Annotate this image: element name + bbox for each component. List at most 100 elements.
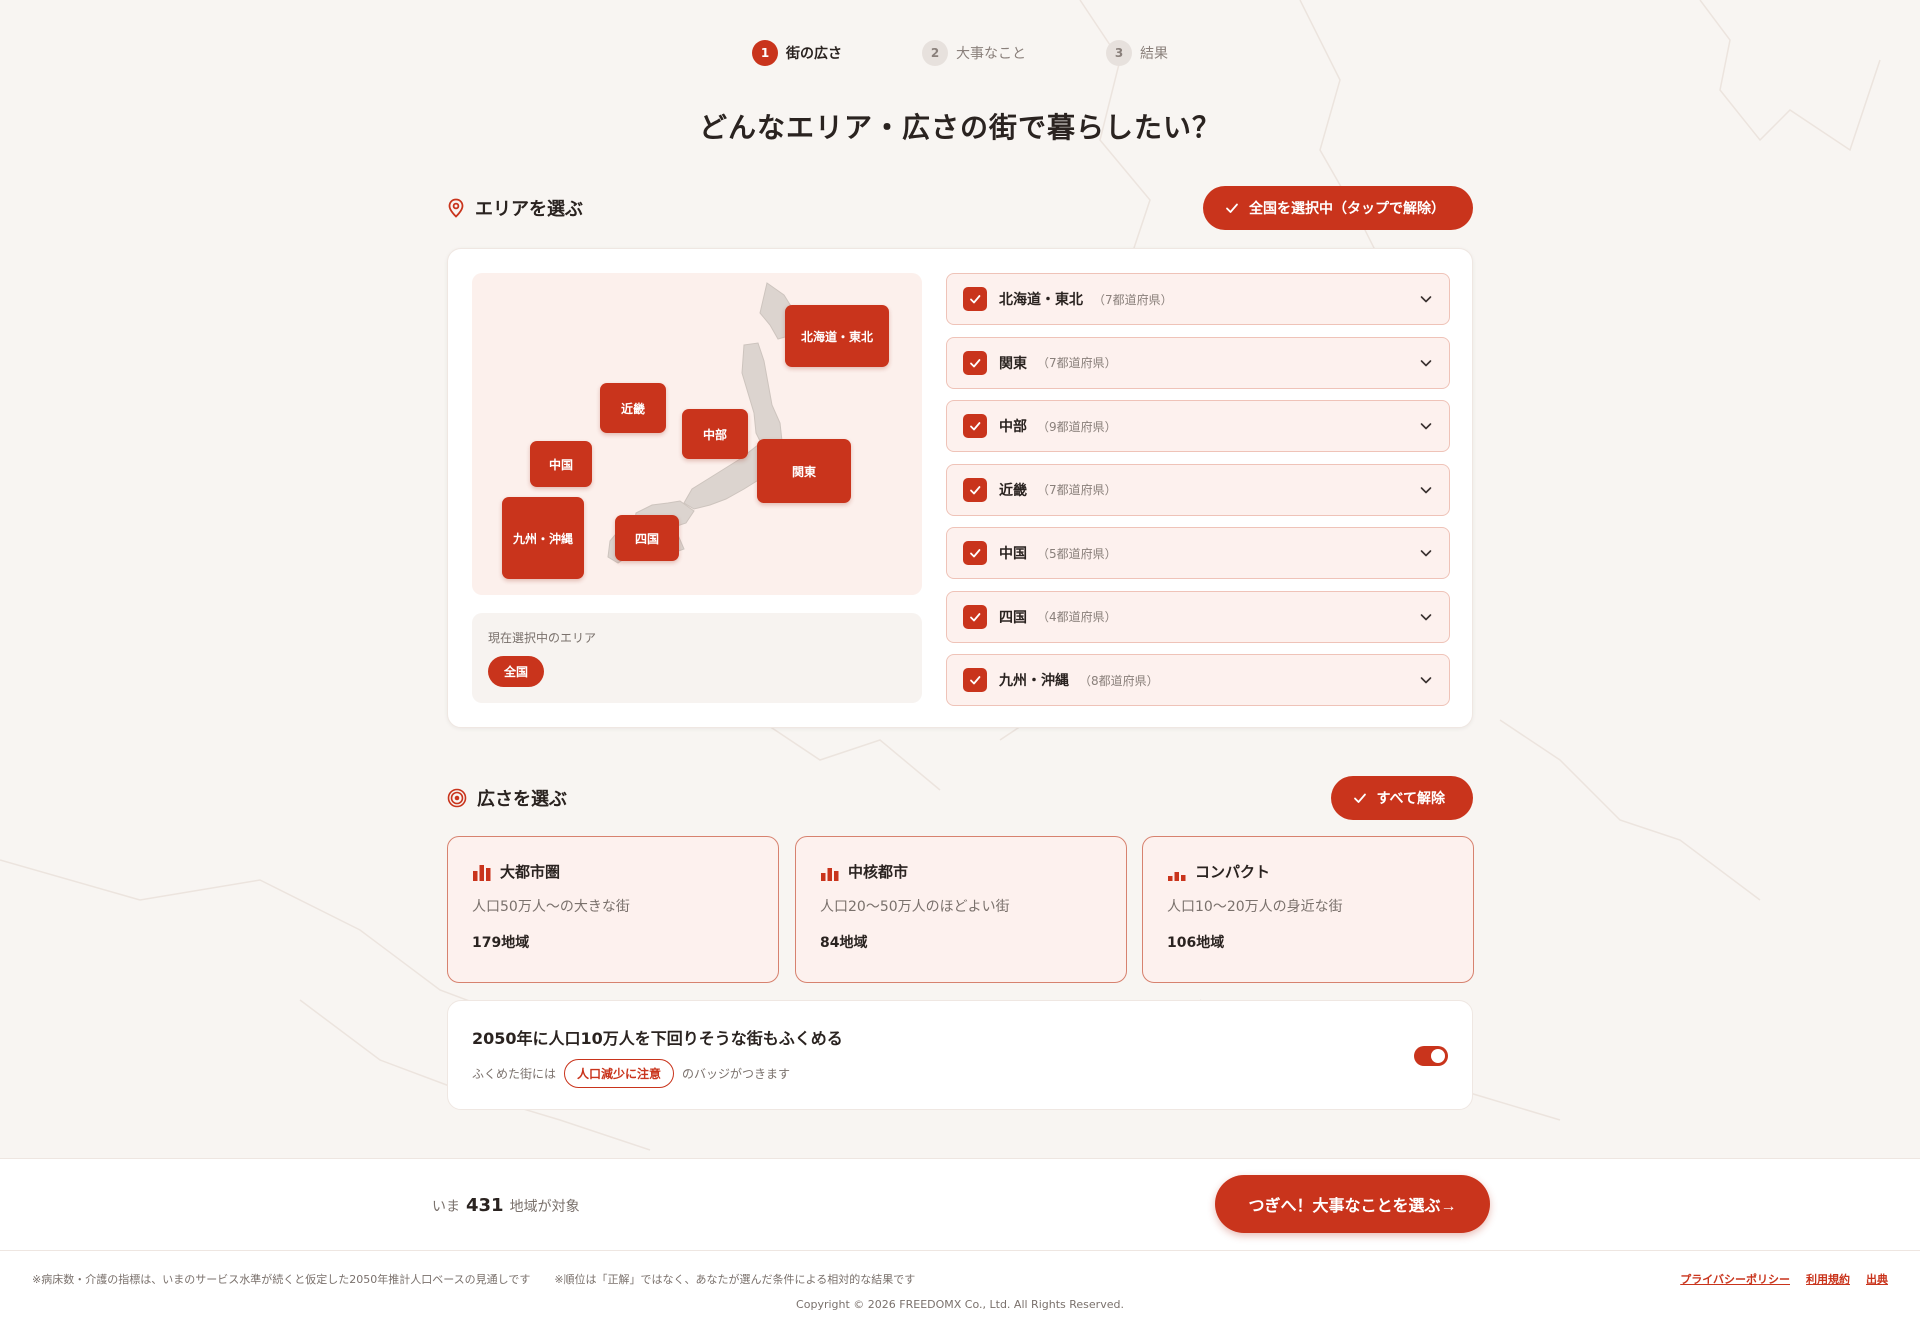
- region-count: （4都道府県）: [1037, 610, 1117, 624]
- sources-link[interactable]: 出典: [1866, 1271, 1888, 1287]
- size-section-header: 広さを選ぶ すべて解除: [447, 776, 1473, 820]
- map-chip-kinki[interactable]: 近畿: [600, 383, 666, 433]
- map-chip-shikoku[interactable]: 四国: [615, 515, 679, 561]
- chevron-down-icon[interactable]: [1419, 673, 1433, 687]
- checkbox[interactable]: [963, 477, 987, 502]
- region-row-kanto[interactable]: 関東 （7都道府県）: [946, 336, 1450, 389]
- check-icon: [970, 612, 981, 621]
- region-name: 関東: [999, 355, 1027, 372]
- region-count: （5都道府県）: [1037, 546, 1117, 561]
- step-label: 結果: [1140, 46, 1168, 62]
- size-option-desc: 人口10〜20万人の身近な街: [1167, 899, 1343, 915]
- size-option-count: 179地域: [472, 935, 530, 951]
- step-number: 2: [922, 40, 948, 66]
- map-chip-kanto[interactable]: 関東: [757, 439, 851, 503]
- size-option-compact[interactable]: コンパクト 人口10〜20万人の身近な街 106地域: [1142, 836, 1474, 983]
- progress-stepper: 1 街の広さ 2 大事なこと 3 結果: [0, 40, 1920, 66]
- toggle-sub-after: のバッジがつきます: [682, 1067, 791, 1081]
- step-number: 1: [752, 40, 778, 66]
- step-2: 2 大事なこと: [922, 40, 1026, 66]
- check-icon: [970, 549, 981, 558]
- area-section-header: エリアを選ぶ 全国を選択中（タップで解除）: [447, 186, 1473, 230]
- bar-chart-icon: [1168, 871, 1186, 881]
- size-option-title: 大都市圏: [500, 863, 561, 881]
- footer-links: プライバシーポリシー 利用規約 出典: [1680, 1271, 1888, 1287]
- check-icon: [970, 676, 981, 685]
- bottom-action-bar: いま 431 地域が対象 つぎへ！大事なことを選ぶ→: [0, 1158, 1920, 1250]
- footer-note: ※順位は「正解」ではなく、あなたが選んだ条件による相対的な結果です: [554, 1273, 916, 1286]
- check-icon: [970, 295, 981, 304]
- footer-notes: ※病床数・介護の指標は、いまのサービス水準が続くと仮定した2050年推計人口ベー…: [32, 1271, 915, 1287]
- region-name: 九州・沖縄: [999, 673, 1069, 689]
- chevron-down-icon[interactable]: [1419, 292, 1433, 306]
- check-icon: [970, 485, 981, 494]
- checkbox[interactable]: [963, 287, 987, 311]
- region-row-kyushu-okinawa[interactable]: 九州・沖縄 （8都道府県）: [946, 654, 1450, 706]
- footer: ※病床数・介護の指標は、いまのサービス水準が続くと仮定した2050年推計人口ベー…: [0, 1250, 1920, 1334]
- map-chip-kyushu-okinawa[interactable]: 九州・沖縄: [502, 497, 584, 579]
- region-name: 近畿: [999, 482, 1027, 499]
- region-row-kinki[interactable]: 近畿 （7都道府県）: [946, 463, 1450, 516]
- copyright: Copyright © 2026 FREEDOMX Co., Ltd. All …: [796, 1298, 1124, 1311]
- toggle-knob: [1431, 1049, 1445, 1063]
- region-count: （9都道府県）: [1037, 419, 1117, 434]
- checkbox[interactable]: [963, 414, 987, 438]
- include-declining-toggle[interactable]: [1414, 1046, 1448, 1066]
- bar-chart-icon: [473, 864, 491, 881]
- include-declining-towns-card: 2050年に人口10万人を下回りそうな街もふくめる ふくめた街には 人口減少に注…: [447, 1000, 1473, 1110]
- region-row-chubu[interactable]: 中部 （9都道府県）: [946, 400, 1450, 452]
- chevron-down-icon[interactable]: [1419, 356, 1433, 370]
- size-option-core-city[interactable]: 中核都市 人口20〜50万人のほどよい街 84地域: [795, 836, 1127, 983]
- size-heading-text: 広さを選ぶ: [477, 789, 567, 810]
- checkbox[interactable]: [963, 604, 987, 629]
- size-option-metropolitan[interactable]: 大都市圏 人口50万人〜の大きな街 179地域: [447, 836, 779, 983]
- privacy-policy-link[interactable]: プライバシーポリシー: [1680, 1271, 1790, 1287]
- next-step-button[interactable]: つぎへ！大事なことを選ぶ→: [1215, 1175, 1490, 1233]
- region-name: 中部: [999, 419, 1027, 435]
- size-option-desc: 人口20〜50万人のほどよい街: [820, 899, 1010, 915]
- target-count: 431: [466, 1195, 504, 1216]
- pin-icon: [448, 198, 464, 218]
- map-chip-chugoku[interactable]: 中国: [530, 441, 592, 487]
- region-name: 中国: [999, 546, 1027, 562]
- region-count: （8都道府県）: [1079, 673, 1159, 688]
- chevron-down-icon[interactable]: [1419, 419, 1433, 433]
- check-icon: [970, 358, 981, 367]
- chevron-down-icon[interactable]: [1419, 483, 1433, 497]
- area-heading: エリアを選ぶ: [447, 195, 583, 221]
- clear-all-button[interactable]: すべて解除: [1330, 776, 1473, 820]
- region-row-chugoku[interactable]: 中国 （5都道府県）: [946, 527, 1450, 579]
- step-label: 街の広さ: [786, 46, 842, 62]
- target-icon: [447, 788, 467, 808]
- target-count-status: いま 431 地域が対象: [432, 1195, 580, 1216]
- select-all-label: 全国を選択中（タップで解除）: [1249, 200, 1445, 216]
- check-icon: [1226, 203, 1238, 213]
- area-card: 北海道・東北 近畿 中部 中国 関東 九州・沖縄 四国 現在選択中のエリア 全国…: [447, 248, 1473, 728]
- region-count: （7都道府県）: [1037, 483, 1117, 497]
- region-name: 北海道・東北: [999, 292, 1083, 308]
- checkbox[interactable]: [963, 350, 987, 375]
- map-chip-hokkaido-tohoku[interactable]: 北海道・東北: [785, 305, 889, 367]
- toggle-subtitle: ふくめた街には 人口減少に注意 のバッジがつきます: [472, 1059, 1448, 1088]
- check-icon: [1353, 793, 1366, 803]
- chevron-down-icon[interactable]: [1419, 546, 1433, 560]
- checkbox[interactable]: [963, 541, 987, 565]
- size-option-count: 84地域: [820, 935, 868, 951]
- chevron-down-icon[interactable]: [1419, 610, 1433, 624]
- checkbox[interactable]: [963, 668, 987, 692]
- current-selection-chip: 全国: [488, 656, 545, 687]
- region-row-hokkaido-tohoku[interactable]: 北海道・東北 （7都道府県）: [946, 273, 1450, 325]
- current-selection-box: 現在選択中のエリア 全国: [472, 613, 922, 703]
- current-selection-caption: 現在選択中のエリア: [488, 631, 597, 645]
- population-decline-badge: 人口減少に注意: [564, 1059, 675, 1088]
- size-option-count: 106地域: [1167, 935, 1225, 951]
- map-chip-chubu[interactable]: 中部: [682, 409, 748, 459]
- step-1: 1 街の広さ: [752, 40, 842, 66]
- size-heading: 広さを選ぶ: [447, 785, 567, 811]
- region-list: 北海道・東北 （7都道府県） 関東 （7都道府県） 中部 （9都道府県） 近畿 …: [946, 273, 1450, 718]
- step-label: 大事なこと: [956, 46, 1026, 62]
- terms-link[interactable]: 利用規約: [1806, 1271, 1850, 1287]
- region-row-shikoku[interactable]: 四国 （4都道府県）: [946, 590, 1450, 643]
- toggle-title: 2050年に人口10万人を下回りそうな街もふくめる: [472, 1029, 843, 1048]
- select-all-japan-button[interactable]: 全国を選択中（タップで解除）: [1203, 186, 1473, 230]
